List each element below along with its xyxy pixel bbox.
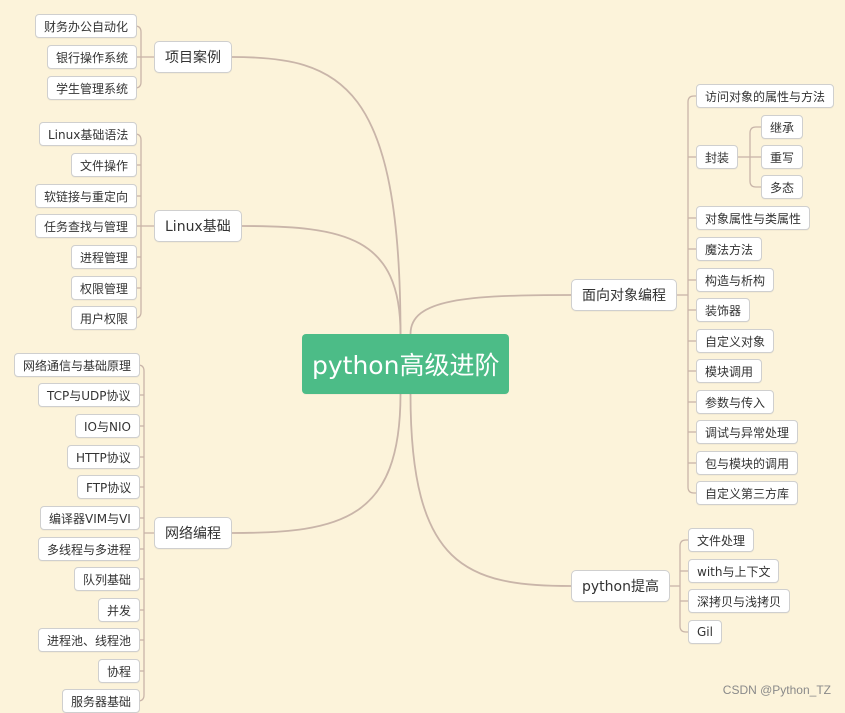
leaf-node-network[interactable]: 网络通信与基础原理 <box>14 353 141 377</box>
leaf-node-network[interactable]: 协程 <box>98 659 141 683</box>
leaf-node-oop[interactable]: 自定义第三方库 <box>696 481 799 505</box>
leaf-node-network[interactable]: TCP与UDP协议 <box>38 383 140 407</box>
leaf-node-network[interactable]: HTTP协议 <box>67 445 140 469</box>
leaf-node-network[interactable]: 进程池、线程池 <box>38 628 141 652</box>
sub-leaf-line <box>749 126 761 134</box>
leaf-node-oop[interactable]: 装饰器 <box>696 298 751 322</box>
leaf-node-oop[interactable]: 调试与异常处理 <box>696 420 799 444</box>
leaf-node-projects[interactable]: 学生管理系统 <box>47 76 138 100</box>
leaf-line <box>679 625 688 633</box>
leaf-node-oop[interactable]: 自定义对象 <box>696 329 775 353</box>
leaf-node-oop[interactable]: 包与模块的调用 <box>696 451 799 475</box>
leaf-line <box>687 486 696 494</box>
leaf-node-network[interactable]: 多线程与多进程 <box>38 537 141 561</box>
sub-leaf-node[interactable]: 重写 <box>761 145 804 169</box>
leaf-node-linux[interactable]: 文件操作 <box>71 153 138 177</box>
leaf-node-advanced[interactable]: 文件处理 <box>688 528 755 552</box>
leaf-node-oop[interactable]: 构造与析构 <box>696 268 775 292</box>
root-branch-line <box>231 393 402 534</box>
sub-leaf-node[interactable]: 继承 <box>761 115 804 139</box>
leaf-node-linux[interactable]: 软链接与重定向 <box>35 184 138 208</box>
leaf-node-linux[interactable]: 进程管理 <box>71 245 138 269</box>
leaf-node-linux[interactable]: 权限管理 <box>71 276 138 300</box>
leaf-node-linux[interactable]: 任务查找与管理 <box>35 214 138 238</box>
leaf-node-advanced[interactable]: Gil <box>688 620 722 644</box>
branch-node-network[interactable]: 网络编程 <box>154 517 232 549</box>
leaf-node-oop[interactable]: 对象属性与类属性 <box>696 206 811 230</box>
leaf-node-network[interactable]: 编译器VIM与VI <box>40 506 140 530</box>
branch-node-linux[interactable]: Linux基础 <box>154 210 242 242</box>
leaf-node-oop[interactable]: 模块调用 <box>696 359 763 383</box>
leaf-node-linux[interactable]: Linux基础语法 <box>39 122 138 146</box>
leaf-node-advanced[interactable]: with与上下文 <box>688 559 780 583</box>
root-node[interactable]: python高级进阶 <box>302 334 510 394</box>
sub-leaf-line <box>749 180 761 188</box>
leaf-node-projects[interactable]: 财务办公自动化 <box>35 14 138 38</box>
root-branch-line <box>231 56 402 335</box>
branch-node-oop[interactable]: 面向对象编程 <box>571 279 677 311</box>
leaf-node-network[interactable]: IO与NIO <box>75 414 140 438</box>
leaf-node-oop[interactable]: 参数与传入 <box>696 390 775 414</box>
root-branch-line <box>409 393 572 587</box>
mind-map-canvas: python高级进阶 项目案例 Linux基础 网络编程 面向对象编程 python提高 财… <box>0 0 845 713</box>
branch-node-projects[interactable]: 项目案例 <box>154 41 232 73</box>
root-branch-line <box>409 294 572 335</box>
leaf-node-oop[interactable]: 封装 <box>696 145 739 169</box>
branch-node-advanced[interactable]: python提高 <box>571 570 670 602</box>
leaf-node-advanced[interactable]: 深拷贝与浅拷贝 <box>688 589 791 613</box>
leaf-node-linux[interactable]: 用户权限 <box>71 306 138 330</box>
leaf-node-network[interactable]: 队列基础 <box>74 567 141 591</box>
leaf-node-oop[interactable]: 魔法方法 <box>696 237 763 261</box>
sub-leaf-node[interactable]: 多态 <box>761 175 804 199</box>
leaf-node-network[interactable]: 并发 <box>98 598 141 622</box>
leaf-node-projects[interactable]: 银行操作系统 <box>47 45 138 69</box>
leaf-line <box>687 95 696 103</box>
leaf-node-network[interactable]: 服务器基础 <box>62 689 141 713</box>
watermark: CSDN @Python_TZ <box>722 683 831 697</box>
leaf-node-oop[interactable]: 访问对象的属性与方法 <box>696 84 835 108</box>
leaf-line <box>679 539 688 547</box>
root-branch-line <box>241 225 402 335</box>
leaf-node-network[interactable]: FTP协议 <box>77 475 141 499</box>
